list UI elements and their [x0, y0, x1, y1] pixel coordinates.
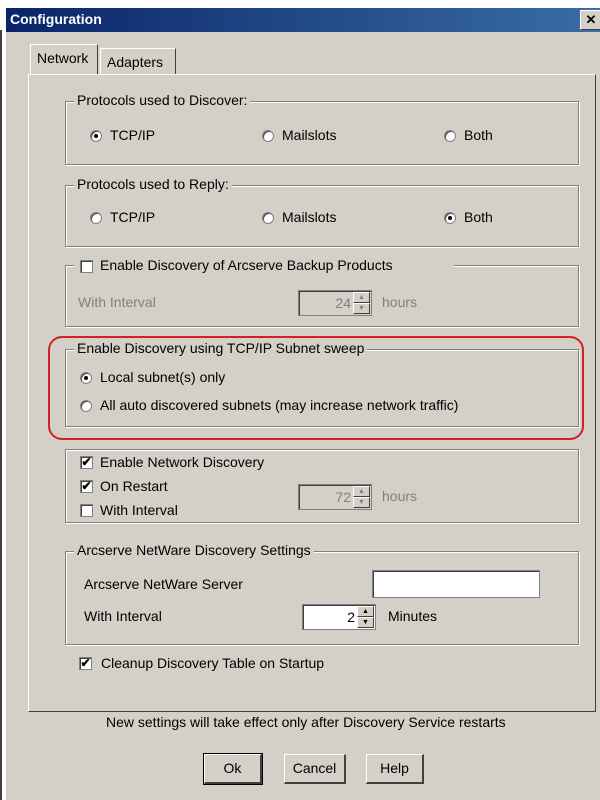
cancel-button[interactable]: Cancel: [284, 754, 346, 784]
arcserve-products-label: Enable Discovery of Arcserve Backup Prod…: [100, 257, 393, 273]
netware-interval-label: With Interval: [84, 608, 162, 624]
discover-both-label: Both: [464, 127, 493, 143]
spin-down-icon[interactable]: ▼: [353, 497, 370, 508]
arcserve-products-checkbox[interactable]: [80, 260, 93, 273]
spin-down-icon[interactable]: ▼: [357, 617, 374, 628]
arcserve-products-legend: Enable Discovery of Arcserve Backup Prod…: [74, 256, 454, 276]
arcserve-products-group: Enable Discovery of Arcserve Backup Prod…: [65, 256, 579, 327]
window-edge: [0, 30, 2, 800]
on-restart-checkbox[interactable]: ✔: [80, 480, 93, 493]
discover-protocols-group: Protocols used to Discover: TCP/IP Mails…: [65, 92, 579, 165]
tab-network[interactable]: Network: [30, 44, 98, 74]
network-interval-value: 72: [335, 489, 351, 505]
discover-mailslots-label: Mailslots: [282, 127, 337, 143]
on-restart-label: On Restart: [100, 478, 168, 494]
arcserve-interval-spinner[interactable]: 24 ▲ ▼: [298, 290, 372, 316]
help-button[interactable]: Help: [366, 754, 424, 784]
discover-mailslots-radio[interactable]: [262, 130, 274, 142]
with-interval-label: With Interval: [100, 502, 178, 518]
reply-mailslots-radio[interactable]: [262, 212, 274, 224]
spin-up-icon[interactable]: ▲: [353, 292, 370, 303]
reply-both-label: Both: [464, 209, 493, 225]
reply-tcpip-label: TCP/IP: [110, 209, 156, 225]
arcserve-interval-label: With Interval: [78, 294, 156, 310]
ok-button[interactable]: Ok: [203, 753, 263, 785]
arcserve-interval-unit: hours: [382, 294, 418, 310]
enable-network-discovery-checkbox[interactable]: ✔: [80, 456, 93, 469]
reply-group-label: Protocols used to Reply:: [74, 176, 232, 192]
enable-network-discovery-label: Enable Network Discovery: [100, 454, 265, 470]
discover-both-radio[interactable]: [444, 130, 456, 142]
spin-down-icon[interactable]: ▼: [353, 303, 370, 314]
netware-settings-group: Arcserve NetWare Discovery Settings Arcs…: [65, 542, 579, 645]
with-interval-checkbox[interactable]: [80, 504, 93, 517]
netware-interval-unit: Minutes: [388, 608, 438, 624]
reply-tcpip-radio[interactable]: [90, 212, 102, 224]
dialog-title: Configuration: [10, 11, 102, 27]
tab-adapters-label: Adapters: [107, 54, 164, 70]
netware-server-input[interactable]: [372, 570, 540, 598]
netware-server-label: Arcserve NetWare Server: [84, 576, 243, 592]
configuration-dialog: Configuration ✕ Network Adapters Protoco…: [6, 8, 600, 800]
spin-up-icon[interactable]: ▲: [357, 606, 374, 617]
network-discovery-group: ✔ Enable Network Discovery ✔ On Restart …: [65, 449, 579, 523]
discover-tcpip-radio[interactable]: [90, 130, 102, 142]
close-icon: ✕: [585, 12, 597, 27]
netware-interval-value: 2: [347, 609, 355, 625]
reply-mailslots-label: Mailslots: [282, 209, 337, 225]
arcserve-interval-spin-buttons[interactable]: ▲ ▼: [353, 292, 370, 314]
discover-tcpip-label: TCP/IP: [110, 127, 156, 143]
spin-up-icon[interactable]: ▲: [353, 486, 370, 497]
reply-both-radio[interactable]: [444, 212, 456, 224]
reply-protocols-group: Protocols used to Reply: TCP/IP Mailslot…: [65, 176, 579, 247]
restart-notice: New settings will take effect only after…: [106, 714, 506, 730]
netware-group-label: Arcserve NetWare Discovery Settings: [74, 542, 314, 558]
netware-interval-spinner[interactable]: 2 ▲ ▼: [302, 604, 376, 630]
title-bar[interactable]: Configuration ✕: [6, 8, 600, 32]
discover-group-label: Protocols used to Discover:: [74, 92, 251, 108]
close-button[interactable]: ✕: [580, 10, 600, 30]
tab-adapters[interactable]: Adapters: [100, 48, 176, 74]
network-interval-unit: hours: [382, 488, 418, 504]
cleanup-label: Cleanup Discovery Table on Startup: [101, 655, 325, 671]
cleanup-checkbox[interactable]: ✔: [79, 657, 92, 670]
network-interval-spin-buttons[interactable]: ▲ ▼: [353, 486, 370, 508]
network-interval-spinner[interactable]: 72 ▲ ▼: [298, 484, 372, 510]
highlight-annotation: [48, 336, 584, 440]
netware-interval-spin-buttons[interactable]: ▲ ▼: [357, 606, 374, 628]
arcserve-interval-value: 24: [335, 295, 351, 311]
tab-network-label: Network: [37, 50, 89, 66]
